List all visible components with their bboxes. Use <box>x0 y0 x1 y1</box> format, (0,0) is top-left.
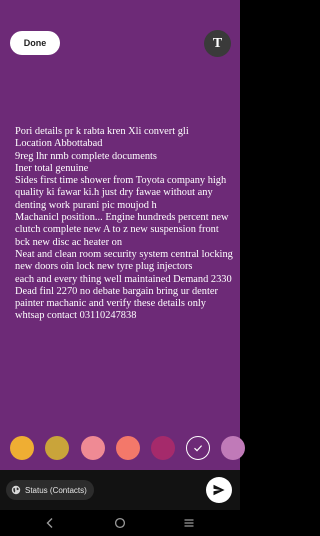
color-swatch-3[interactable] <box>81 436 105 460</box>
send-icon <box>213 484 225 496</box>
check-icon <box>194 445 203 452</box>
color-swatch-5[interactable] <box>151 436 175 460</box>
status-text[interactable]: Pori details pr k rabta kren Xli convert… <box>15 126 233 323</box>
color-swatch-2[interactable] <box>45 436 69 460</box>
back-icon[interactable] <box>43 516 57 530</box>
color-swatch-7[interactable] <box>221 436 245 460</box>
status-audience-button[interactable]: Status (Contacts) <box>6 480 94 500</box>
color-swatch-1[interactable] <box>10 436 34 460</box>
send-button[interactable] <box>206 477 232 503</box>
color-palette <box>0 436 245 462</box>
status-audience-label: Status (Contacts) <box>25 485 87 495</box>
composer-bar: Status (Contacts) <box>0 470 240 510</box>
system-navigation-bar <box>0 510 240 536</box>
color-swatch-4[interactable] <box>116 436 140 460</box>
home-icon[interactable] <box>113 516 127 530</box>
font-style-button[interactable]: T <box>204 30 231 57</box>
globe-icon <box>11 485 21 495</box>
recents-icon[interactable] <box>182 516 196 530</box>
status-canvas[interactable]: Done T Pori details pr k rabta kren Xli … <box>0 0 245 470</box>
done-button[interactable]: Done <box>10 31 60 55</box>
color-swatch-6[interactable] <box>186 436 210 460</box>
